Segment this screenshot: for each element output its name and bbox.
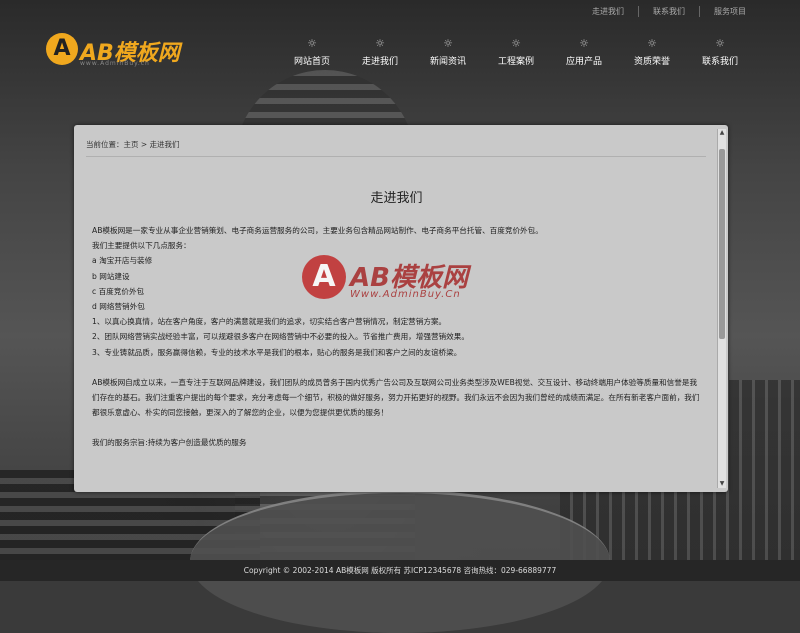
- nav-label: 资质荣誉: [633, 57, 670, 67]
- nav-item-products[interactable]: ☼ 应用产品: [550, 37, 618, 68]
- sun-icon: ☼: [647, 37, 657, 50]
- article-slogan: 我们的服务宗旨:持续为客户创造最优质的服务: [92, 438, 247, 448]
- article-line: 我们主要提供以下几点服务：: [92, 241, 191, 251]
- sun-icon: ☼: [511, 37, 521, 50]
- sun-icon: ☼: [579, 37, 589, 50]
- nav-item-news[interactable]: ☼ 新闻资讯: [414, 37, 482, 68]
- sun-icon: ☼: [375, 37, 385, 50]
- toplink-about[interactable]: 走进我们: [578, 6, 638, 17]
- watermark-logo: A AB模板网 Www.AdminBuy.Cn: [302, 255, 502, 315]
- content-panel: 当前位置：主页 > 走进我们 走进我们 AB模板网是一家专业从事企业营销策划、电…: [74, 125, 728, 492]
- article-line: AB模板网是一家专业从事企业营销策划、电子商务运营服务的公司，主要业务包含精品网…: [92, 226, 543, 235]
- nav-item-cases[interactable]: ☼ 工程案例: [482, 37, 550, 68]
- scroll-down-icon[interactable]: ▼: [718, 480, 726, 488]
- nav-item-about[interactable]: ☼ 走进我们: [346, 37, 414, 68]
- sun-icon: ☼: [443, 37, 453, 50]
- nav-item-honors[interactable]: ☼ 资质荣誉: [618, 37, 686, 68]
- scroll-up-icon[interactable]: ▲: [718, 129, 726, 137]
- toplink-services[interactable]: 服务项目: [699, 6, 760, 17]
- main-nav: ☼ 网站首页 ☼ 走进我们 ☼ 新闻资讯 ☼ 工程案例 ☼ 应用产品 ☼ 资质荣…: [278, 37, 754, 68]
- article-line: 3、专业铸就品质，服务赢得信赖，专业的技术水平是我们的根本，贴心的服务是我们和客…: [92, 347, 462, 357]
- logo-subtitle: www.AdminBuy.cn: [80, 60, 150, 67]
- nav-label: 走进我们: [361, 57, 398, 67]
- nav-item-contact[interactable]: ☼ 联系我们: [686, 37, 754, 68]
- breadcrumb: 当前位置：主页 > 走进我们: [86, 139, 706, 157]
- article-paragraph: AB模板网自成立以来，一直专注于互联网品牌建设，我们团队的成员曾务于国内优秀广告…: [92, 377, 700, 418]
- scrollbar[interactable]: ▲ ▼: [717, 129, 726, 488]
- watermark-mark: A: [302, 255, 346, 299]
- article-line: 2、团队网络营销实战经验丰富，可以规避很多客户在网络营销中不必要的投入。节省推广…: [92, 332, 469, 342]
- nav-label: 应用产品: [565, 57, 602, 67]
- nav-label: 新闻资讯: [429, 57, 466, 67]
- breadcrumb-prefix: 当前位置：: [86, 140, 124, 149]
- breadcrumb-current: 走进我们: [149, 140, 180, 149]
- page-title: 走进我们: [370, 191, 423, 206]
- nav-label: 工程案例: [497, 57, 534, 67]
- nav-label: 网站首页: [293, 57, 330, 67]
- breadcrumb-separator: >: [138, 140, 150, 149]
- toplink-contact[interactable]: 联系我们: [638, 6, 699, 17]
- scroll-thumb[interactable]: [719, 149, 725, 339]
- sun-icon: ☼: [307, 37, 317, 50]
- nav-label: 联系我们: [701, 57, 738, 67]
- breadcrumb-home[interactable]: 主页: [124, 140, 139, 149]
- nav-item-home[interactable]: ☼ 网站首页: [278, 37, 346, 68]
- sun-icon: ☼: [715, 37, 725, 50]
- top-links: 走进我们 联系我们 服务项目: [578, 6, 760, 17]
- site-logo[interactable]: A AB模板网 www.AdminBuy.cn: [46, 33, 196, 67]
- article-line: 1、以真心换真情，站在客户角度，客户的满意就是我们的追求，切实结合客户营销情况，…: [92, 317, 447, 327]
- watermark-url: Www.AdminBuy.Cn: [350, 289, 461, 300]
- logo-mark: A: [46, 33, 78, 65]
- footer: Copyright © 2002-2014 AB模板网 版权所有 苏ICP123…: [0, 560, 800, 581]
